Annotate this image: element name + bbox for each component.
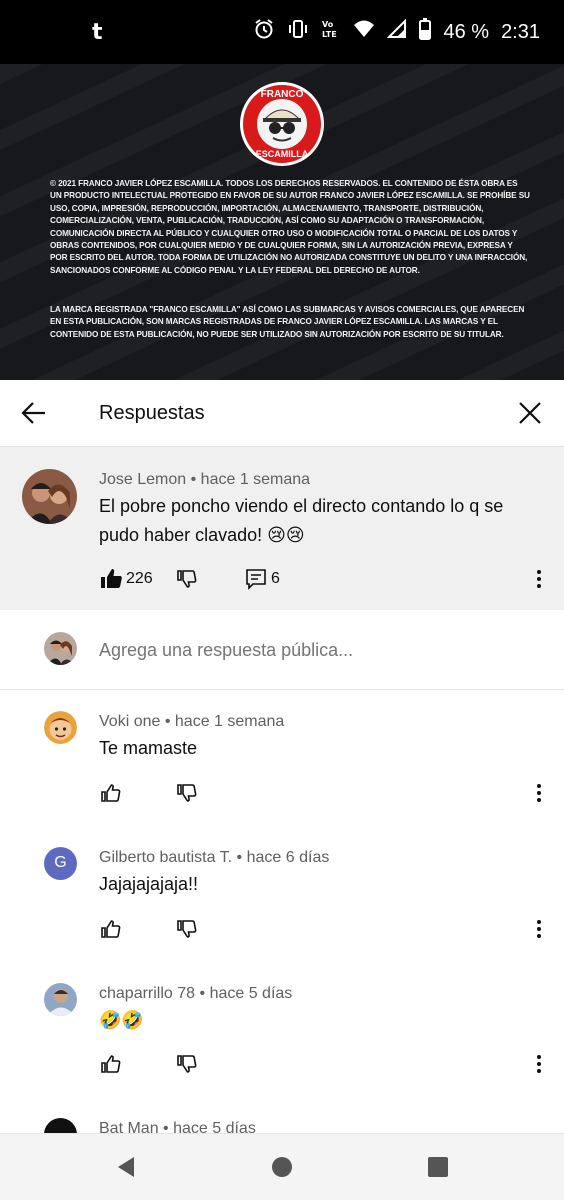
more-options-button[interactable] xyxy=(527,567,551,591)
comment-time: hace 6 días xyxy=(246,849,330,866)
comment-author[interactable]: Voki one xyxy=(99,713,160,730)
current-user-avatar xyxy=(44,632,77,665)
nav-back-button[interactable] xyxy=(113,1154,139,1180)
avatar[interactable]: G xyxy=(44,847,77,880)
battery-icon xyxy=(419,18,432,46)
meta-separator: • xyxy=(195,985,210,1002)
reply-input[interactable] xyxy=(99,640,519,661)
more-options-button[interactable] xyxy=(527,917,551,941)
avatar[interactable] xyxy=(22,469,77,524)
thumbs-up-icon xyxy=(101,1055,121,1073)
comment-author[interactable]: Gilberto bautista T. xyxy=(99,849,232,866)
meta-separator: • xyxy=(186,471,201,488)
nav-back-icon xyxy=(118,1157,134,1177)
thumbs-up-filled-icon xyxy=(101,569,122,588)
panel-title: Respuestas xyxy=(99,402,205,424)
reply-count: 6 xyxy=(271,570,280,587)
avatar[interactable] xyxy=(44,711,77,744)
like-button[interactable] xyxy=(99,781,123,805)
avatar[interactable] xyxy=(44,983,77,1016)
back-button[interactable] xyxy=(16,395,52,431)
meta-separator: • xyxy=(232,849,247,866)
status-bar: t Vo LTE 46 % 2:31 xyxy=(0,0,564,64)
more-vert-icon xyxy=(537,570,541,588)
comment-text: Te mamaste xyxy=(99,738,198,758)
comment-text: Jajajajajaja!! xyxy=(99,874,199,894)
dislike-button[interactable] xyxy=(175,781,199,805)
comment-time: hace 1 semana xyxy=(200,471,311,488)
comment-time: hace 5 días xyxy=(209,985,293,1002)
close-icon xyxy=(519,402,541,424)
logo-face-icon xyxy=(257,99,307,149)
thumbs-up-icon xyxy=(101,920,121,938)
comment-text: 🤣🤣 xyxy=(99,1010,144,1030)
more-vert-icon xyxy=(537,784,541,802)
more-vert-icon xyxy=(537,920,541,938)
dislike-button[interactable] xyxy=(175,1052,199,1076)
more-options-button[interactable] xyxy=(527,781,551,805)
thumbs-down-icon xyxy=(177,1055,197,1073)
comment-icon xyxy=(246,569,266,590)
comment-meta: Voki one • hace 1 semana xyxy=(99,713,284,731)
like-count: 226 xyxy=(126,570,153,587)
thumbs-up-icon xyxy=(101,784,121,802)
dislike-button[interactable] xyxy=(175,567,199,591)
comment-text-line: pudo haber clavado! 😢😢 xyxy=(99,525,305,545)
thumbs-down-icon xyxy=(177,784,197,802)
alarm-icon xyxy=(253,18,275,46)
comment-meta: Gilberto bautista T. • hace 6 días xyxy=(99,849,329,867)
like-button[interactable] xyxy=(99,1052,123,1076)
svg-text:LTE: LTE xyxy=(322,30,337,39)
like-button[interactable] xyxy=(99,917,123,941)
volte-icon: Vo LTE xyxy=(321,18,341,46)
nav-home-button[interactable] xyxy=(269,1154,295,1180)
more-options-button[interactable] xyxy=(527,1052,551,1076)
like-button[interactable] xyxy=(99,567,123,591)
copyright-notice: © 2021 Franco Javier López Escamilla. To… xyxy=(50,179,530,275)
arrow-back-icon xyxy=(21,402,45,424)
comment-meta: chaparrillo 78 • hace 5 días xyxy=(99,985,292,1003)
clock-time: 2:31 xyxy=(501,20,540,43)
status-icons: Vo LTE 46 % 2:31 xyxy=(253,18,540,46)
video-player[interactable]: FRANCO ESCAMILLA © 2021 Franco Javier Ló… xyxy=(0,64,564,380)
parent-comment: Jose Lemon • hace 1 semana El pobre ponc… xyxy=(0,447,564,610)
thumbs-down-icon xyxy=(177,920,197,938)
close-button[interactable] xyxy=(512,395,548,431)
more-vert-icon xyxy=(537,1055,541,1073)
wifi-icon xyxy=(353,19,375,45)
trademark-notice: La marca registrada "Franco Escamilla" a… xyxy=(50,305,525,339)
nav-home-icon xyxy=(272,1157,292,1177)
comment-time: hace 1 semana xyxy=(174,713,285,730)
vibrate-icon xyxy=(287,18,309,46)
signal-icon xyxy=(387,18,407,45)
nav-recents-button[interactable] xyxy=(425,1154,451,1180)
comment-meta: Jose Lemon • hace 1 semana xyxy=(99,471,310,489)
comment-author[interactable]: chaparrillo 78 xyxy=(99,985,195,1002)
franco-escamilla-logo: FRANCO ESCAMILLA xyxy=(240,82,324,166)
dislike-button[interactable] xyxy=(175,917,199,941)
logo-text-top: FRANCO xyxy=(260,89,304,100)
nav-recents-icon xyxy=(428,1157,448,1177)
reply-count-button[interactable] xyxy=(244,567,268,591)
logo-text-bottom: ESCAMILLA xyxy=(255,149,309,159)
system-nav-bar xyxy=(0,1133,564,1200)
battery-percent: 46 % xyxy=(443,20,490,43)
tumblr-icon: t xyxy=(92,20,103,45)
comment-text-line: El pobre poncho viendo el directo contan… xyxy=(99,496,504,516)
replies-header: Respuestas xyxy=(0,381,564,447)
meta-separator: • xyxy=(160,713,175,730)
comment-author[interactable]: Jose Lemon xyxy=(99,471,186,488)
reply-input-row xyxy=(0,610,564,690)
comment-text: El pobre poncho viendo el directo contan… xyxy=(99,492,503,550)
svg-text:Vo: Vo xyxy=(322,20,334,29)
thumbs-down-icon xyxy=(177,570,197,588)
